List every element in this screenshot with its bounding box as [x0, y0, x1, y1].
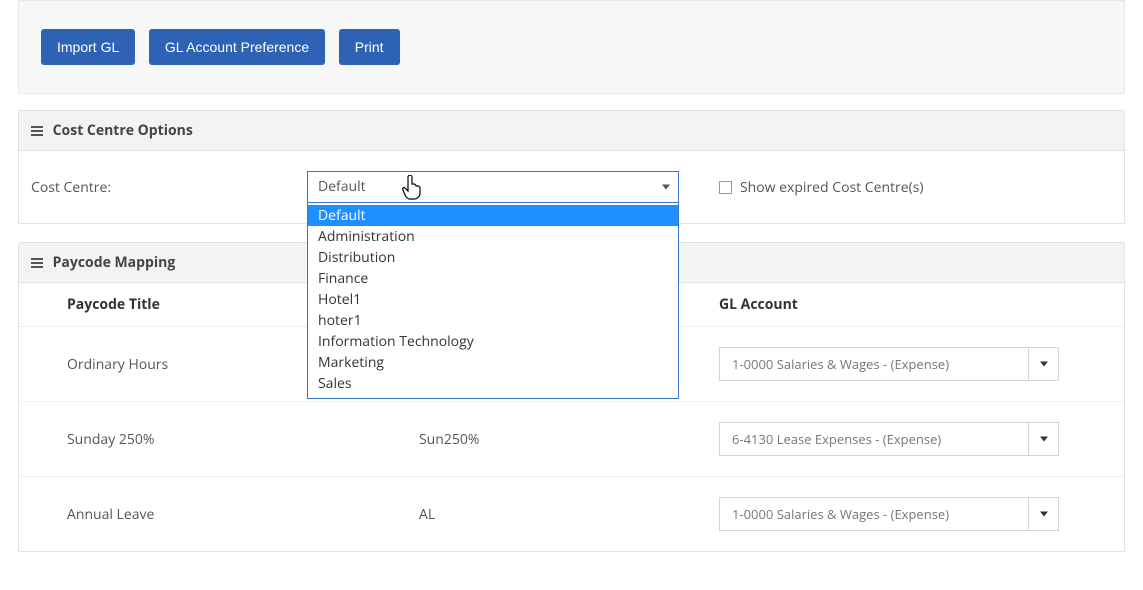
- hamburger-icon: [31, 258, 43, 268]
- cost-centre-options-panel: Cost Centre Options Cost Centre: Default…: [18, 110, 1125, 224]
- chevron-down-icon: [662, 185, 670, 190]
- panel-title: Cost Centre Options: [53, 121, 193, 140]
- cost-centre-select[interactable]: Default: [307, 171, 679, 203]
- paycode-title-cell: Annual Leave: [67, 505, 419, 524]
- dropdown-option[interactable]: Administration: [308, 226, 678, 247]
- dropdown-option[interactable]: hoter1: [308, 310, 678, 331]
- gl-account-select[interactable]: 1-0000 Salaries & Wages - (Expense): [719, 347, 1059, 381]
- cost-centre-dropdown[interactable]: Default Administration Distribution Fina…: [307, 203, 679, 399]
- import-gl-button[interactable]: Import GL: [41, 29, 135, 65]
- paycode-title-cell: Sunday 250%: [67, 430, 419, 449]
- gl-account-select[interactable]: 6-4130 Lease Expenses - (Expense): [719, 422, 1059, 456]
- panel-header: Cost Centre Options: [19, 111, 1124, 151]
- gl-account-value: 1-0000 Salaries & Wages - (Expense): [732, 505, 949, 523]
- paycode-export-cell: AL: [419, 505, 719, 524]
- gl-account-preference-button[interactable]: GL Account Preference: [149, 29, 325, 65]
- show-expired-checkbox[interactable]: [719, 181, 732, 194]
- dropdown-option[interactable]: Default: [308, 205, 678, 226]
- print-button[interactable]: Print: [339, 29, 400, 65]
- gl-account-value: 1-0000 Salaries & Wages - (Expense): [732, 355, 949, 373]
- chevron-down-icon: [1028, 348, 1058, 380]
- table-row: Sunday 250% Sun250% 6-4130 Lease Expense…: [19, 402, 1124, 477]
- top-toolbar: Import GL GL Account Preference Print: [18, 0, 1125, 94]
- dropdown-option[interactable]: Marketing: [308, 352, 678, 373]
- column-header-gl-account: GL Account: [719, 295, 1124, 314]
- show-expired-label: Show expired Cost Centre(s): [740, 178, 924, 197]
- dropdown-option[interactable]: Distribution: [308, 247, 678, 268]
- hamburger-icon: [31, 126, 43, 136]
- gl-account-value: 6-4130 Lease Expenses - (Expense): [732, 430, 941, 448]
- dropdown-option[interactable]: Hotel1: [308, 289, 678, 310]
- dropdown-option[interactable]: Information Technology: [308, 331, 678, 352]
- cost-centre-selected-value: Default: [318, 177, 366, 196]
- table-row: Annual Leave AL 1-0000 Salaries & Wages …: [19, 477, 1124, 551]
- dropdown-option[interactable]: Finance: [308, 268, 678, 289]
- panel-title: Paycode Mapping: [53, 253, 176, 272]
- gl-account-select[interactable]: 1-0000 Salaries & Wages - (Expense): [719, 497, 1059, 531]
- cost-centre-body: Cost Centre: Default Default Administrat…: [19, 151, 1124, 223]
- chevron-down-icon: [1028, 423, 1058, 455]
- dropdown-option[interactable]: Sales: [308, 373, 678, 394]
- chevron-down-icon: [1028, 498, 1058, 530]
- cost-centre-label: Cost Centre:: [31, 178, 307, 197]
- paycode-export-cell: Sun250%: [419, 430, 719, 449]
